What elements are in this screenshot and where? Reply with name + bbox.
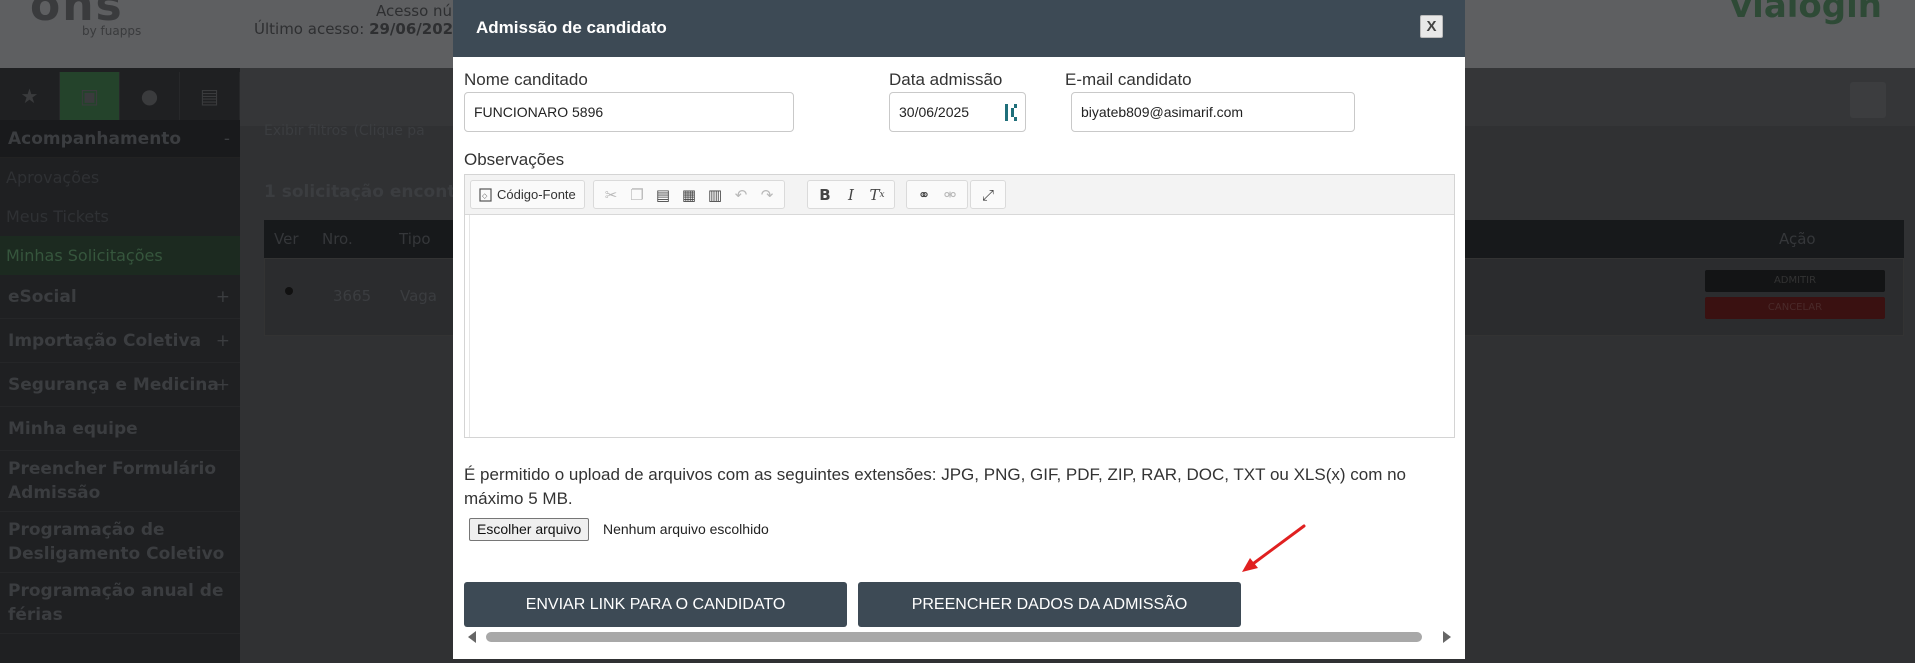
data-admissao-label: Data admissão	[889, 70, 1003, 89]
expand-icon: +	[215, 331, 230, 351]
email-field[interactable]: biyateb809@asimarif.com	[1071, 92, 1355, 132]
scroll-top-button[interactable]	[1850, 82, 1886, 118]
briefcase-icon[interactable]: ▣	[60, 72, 120, 120]
status-dot-icon[interactable]	[285, 287, 293, 295]
filters-hint: (Clique pa	[353, 123, 425, 139]
scroll-left-icon[interactable]	[468, 631, 476, 643]
modal-header: Admissão de candidato X	[453, 0, 1465, 57]
nome-field[interactable]: FUNCIONARO 5896	[464, 92, 794, 132]
upload-instructions: É permitido o upload de arquivos com as …	[464, 465, 1407, 508]
preencher-dados-button[interactable]: PREENCHER DADOS DA ADMISSÃO	[858, 582, 1241, 627]
redo-icon[interactable]: ↷	[754, 183, 780, 207]
data-admissao-value: 30/06/2025	[899, 104, 970, 120]
unlink-icon[interactable]: ⚮	[937, 183, 963, 207]
calendar-icon[interactable]	[1005, 104, 1019, 121]
editor-content-area[interactable]	[469, 215, 1454, 437]
column-header: Ver	[274, 230, 299, 248]
horizontal-scrollbar[interactable]	[464, 628, 1455, 646]
source-button[interactable]: ◇ Código-Fonte	[475, 187, 580, 202]
chart-icon[interactable]: ▤	[180, 72, 240, 120]
acesso-label: Acesso nú	[376, 2, 453, 20]
cancelar-button[interactable]: CANCELAR	[1705, 297, 1885, 319]
toolbar-group-view: ⤢	[970, 180, 1006, 209]
sidebar-section-label: Segurança e Medicina	[8, 375, 219, 395]
source-icon: ◇	[479, 187, 492, 202]
observacoes-label: Observações	[464, 150, 565, 169]
data-admissao-field[interactable]: 30/06/2025	[889, 92, 1026, 132]
app-logo-sub: by fuapps	[82, 24, 142, 38]
undo-icon[interactable]: ↶	[728, 183, 754, 207]
toolbar-group-link: ⚭ ⚮	[906, 180, 968, 209]
column-header: Nro.	[322, 230, 353, 248]
ultimo-acesso-label: Último acesso:	[254, 20, 365, 38]
results-count: 1 solicitação encontra	[264, 182, 476, 202]
star-icon[interactable]: ★	[0, 72, 60, 120]
sidebar-item-minha-equipe[interactable]: Minha equipe	[0, 407, 240, 451]
column-header: Ação	[1779, 230, 1816, 248]
filters-label: Exibir filtros	[264, 123, 348, 139]
row-type: Vaga	[400, 287, 438, 305]
brand-logo: vialogin	[1730, 0, 1882, 26]
sidebar-section-label: Acompanhamento	[8, 129, 182, 149]
sidebar-item-aprovacoes[interactable]: Aprovações	[0, 158, 240, 197]
user-icon[interactable]: ●	[120, 72, 180, 120]
toolbar-group-source: ◇ Código-Fonte	[470, 180, 585, 209]
close-button[interactable]: X	[1420, 15, 1443, 38]
sidebar-menu: Acompanhamento - Aprovações Meus Tickets …	[0, 120, 240, 634]
sidebar-item-desligamento[interactable]: Programação de Desligamento Coletivo	[0, 512, 240, 573]
sidebar-section-seguranca[interactable]: Segurança e Medicina +	[0, 363, 240, 407]
ultimo-acesso: Último acesso: 29/06/2025	[254, 20, 464, 38]
link-icon[interactable]: ⚭	[911, 183, 937, 207]
expand-icon: +	[215, 375, 230, 395]
sidebar-section-esocial[interactable]: eSocial +	[0, 275, 240, 319]
paste-text-icon[interactable]: ▦	[676, 183, 702, 207]
sidebar-item-minhas-solicitacoes[interactable]: Minhas Solicitações	[0, 236, 240, 275]
admission-modal: Admissão de candidato X Nome canditado F…	[453, 0, 1465, 659]
bold-icon[interactable]: B	[812, 183, 838, 207]
sidebar-item-meus-tickets[interactable]: Meus Tickets	[0, 197, 240, 236]
choose-file-button[interactable]: Escolher arquivo	[469, 518, 590, 541]
sidebar-section-label: eSocial	[8, 287, 77, 307]
sidebar-section-label: Importação Coletiva	[8, 331, 202, 351]
email-label: E-mail candidato	[1065, 70, 1192, 89]
file-status: Nenhum arquivo escolhido	[603, 521, 769, 537]
italic-icon[interactable]: I	[838, 183, 864, 207]
toolbar-group-format: B I Tx	[807, 180, 895, 209]
scrollbar-thumb[interactable]	[486, 632, 1422, 642]
sidebar-section-importacao[interactable]: Importação Coletiva +	[0, 319, 240, 363]
svg-text:◇: ◇	[482, 192, 488, 200]
row-number: 3665	[333, 287, 372, 305]
filters-toggle[interactable]: Exibir filtros (Clique pa	[264, 120, 425, 140]
copy-icon[interactable]: ❐	[624, 183, 650, 207]
sidebar-icon-tabs: ★ ▣ ● ▤	[0, 72, 240, 120]
source-label: Código-Fonte	[497, 187, 576, 202]
sidebar-section-acompanhamento[interactable]: Acompanhamento -	[0, 120, 240, 158]
paste-word-icon[interactable]: ▥	[702, 183, 728, 207]
toolbar-group-clipboard: ✂ ❐ ▤ ▦ ▥ ↶ ↷	[593, 180, 785, 209]
column-header: Tipo	[399, 230, 431, 248]
editor-toolbar: ◇ Código-Fonte ✂ ❐ ▤ ▦ ▥ ↶ ↷ B I Tx ⚭ ⚮	[465, 175, 1454, 215]
annotation-arrow-icon	[1242, 524, 1306, 572]
enviar-link-button[interactable]: ENVIAR LINK PARA O CANDIDATO	[464, 582, 847, 627]
expand-icon: +	[215, 287, 230, 307]
nome-label: Nome canditado	[464, 70, 588, 89]
paste-icon[interactable]: ▤	[650, 183, 676, 207]
modal-title: Admissão de candidato	[476, 18, 667, 37]
admitir-button[interactable]: ADMITIR	[1705, 270, 1885, 292]
rich-text-editor: ◇ Código-Fonte ✂ ❐ ▤ ▦ ▥ ↶ ↷ B I Tx ⚭ ⚮	[464, 174, 1455, 438]
sidebar-item-ferias[interactable]: Programação anual de férias	[0, 573, 240, 634]
ultimo-acesso-value: 29/06/2025	[369, 20, 464, 38]
remove-format-icon[interactable]: Tx	[864, 183, 890, 207]
collapse-icon: -	[223, 129, 230, 149]
sidebar-item-preencher-formulario[interactable]: Preencher Formulário Admissão	[0, 451, 240, 512]
maximize-icon[interactable]: ⤢	[975, 183, 1001, 207]
cut-icon[interactable]: ✂	[598, 183, 624, 207]
scroll-right-icon[interactable]	[1443, 631, 1451, 643]
